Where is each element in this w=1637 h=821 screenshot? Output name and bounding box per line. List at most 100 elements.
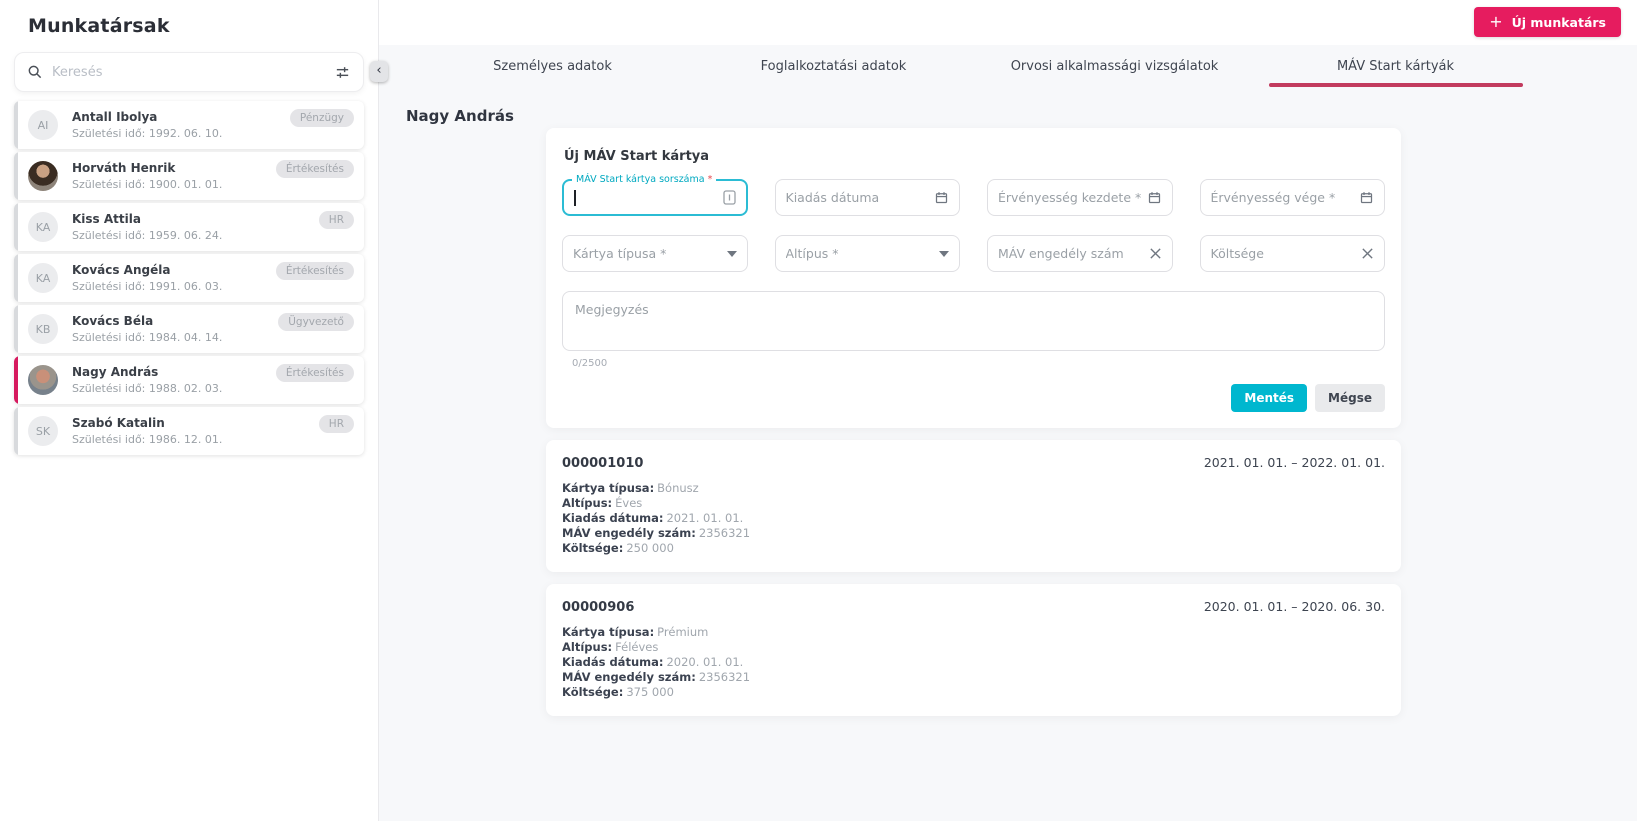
calendar-icon[interactable] [1359, 190, 1374, 205]
employee-name: Kovács Angéla [72, 263, 171, 277]
department-badge: HR [318, 211, 354, 229]
department-badge: Értékesítés [275, 364, 354, 382]
character-counter: 0/2500 [572, 358, 608, 369]
tab-bar: Személyes adatok Foglalkoztatási adatok … [412, 45, 1536, 87]
content-area: Személyes adatok Foglalkoztatási adatok … [379, 45, 1637, 821]
tab[interactable]: Személyes adatok [412, 45, 693, 87]
valid-from-field[interactable]: Érvényesség kezdete * [987, 179, 1173, 216]
employee-birthdate: Születési idő: 1992. 06. 10. [72, 127, 223, 140]
issue-date-field[interactable]: Kiadás dátuma [774, 179, 960, 216]
calendar-icon[interactable] [1147, 190, 1162, 205]
new-card-form: Új MÁV Start kártya MÁV Start kártya sor… [546, 128, 1401, 428]
card-detail-row: Kiadás dátuma: 2021. 01. 01. [562, 511, 744, 525]
employee-name: Szabó Katalin [72, 416, 165, 430]
department-badge: HR [318, 415, 354, 433]
avatar: KA [28, 263, 58, 293]
cancel-button[interactable]: Mégse [1315, 384, 1385, 412]
new-employee-button[interactable]: + Új munkatárs [1474, 7, 1621, 37]
selection-indicator [14, 203, 18, 251]
chevron-down-icon [726, 250, 737, 257]
note-textarea[interactable]: Megjegyzés [562, 291, 1385, 351]
employees-sidebar: Munkatársak Keresés AI Antall Ibolya Szü… [0, 0, 379, 821]
employee-birthdate: Születési idő: 1900. 01. 01. [72, 178, 223, 191]
selection-indicator [14, 152, 18, 200]
employee-name: Nagy András [72, 365, 159, 379]
employee-name: Horváth Henrik [72, 161, 176, 175]
department-badge: Értékesítés [275, 262, 354, 280]
main-area: + Új munkatárs Személyes adatok Foglalko… [379, 0, 1637, 821]
mav-card-list: 000001010 2021. 01. 01. – 2022. 01. 01. … [546, 440, 1401, 716]
tab[interactable]: Orvosi alkalmassági vizsgálatok [974, 45, 1255, 87]
mav-card-record: 000001010 2021. 01. 01. – 2022. 01. 01. … [546, 440, 1401, 572]
serial-number-field[interactable]: MÁV Start kártya sorszáma * [562, 174, 748, 216]
search-icon [27, 64, 43, 80]
selection-indicator [14, 305, 18, 353]
employee-list-item[interactable]: Nagy András Születési idő: 1988. 02. 03.… [14, 356, 364, 404]
employee-list-item[interactable]: SK Szabó Katalin Születési idő: 1986. 12… [14, 407, 364, 455]
collapse-sidebar-button[interactable]: ‹ [370, 61, 388, 82]
search-placeholder: Keresés [52, 64, 103, 80]
card-serial-number: 000001010 [562, 456, 644, 471]
selection-indicator [14, 101, 18, 149]
card-detail-row: Kiadás dátuma: 2020. 01. 01. [562, 655, 744, 669]
tab-label: Foglalkoztatási adatok [760, 58, 907, 74]
avatar [28, 161, 58, 191]
selection-indicator [14, 356, 18, 404]
avatar: SK [28, 416, 58, 446]
employee-list-item[interactable]: AI Antall Ibolya Születési idő: 1992. 06… [14, 101, 364, 149]
mav-cards-panel: Új MÁV Start kártya MÁV Start kártya sor… [546, 128, 1401, 716]
clear-icon[interactable] [1361, 247, 1374, 260]
chevron-left-icon: ‹ [376, 63, 382, 78]
chevron-down-icon [939, 250, 949, 257]
avatar-initials: AI [37, 118, 49, 132]
filter-icon[interactable] [334, 64, 351, 81]
employee-name: Kiss Attila [72, 212, 141, 226]
employee-list-item[interactable]: KA Kovács Angéla Születési idő: 1991. 06… [14, 254, 364, 302]
form-title: Új MÁV Start kártya [564, 149, 710, 164]
valid-to-field[interactable]: Érvényesség vége * [1199, 179, 1385, 216]
employee-birthdate: Születési idő: 1991. 06. 03. [72, 280, 223, 293]
employee-list-item[interactable]: KA Kiss Attila Születési idő: 1959. 06. … [14, 203, 364, 251]
employee-list-item[interactable]: Horváth Henrik Születési idő: 1900. 01. … [14, 152, 364, 200]
card-detail-row: Altípus: Féléves [562, 640, 659, 654]
card-detail-row: Költsége: 250 000 [562, 541, 674, 555]
tab-label: MÁV Start kártyák [1336, 58, 1455, 74]
employee-list-item[interactable]: KB Kovács Béla Születési idő: 1984. 04. … [14, 305, 364, 353]
employee-birthdate: Születési idő: 1988. 02. 03. [72, 382, 223, 395]
employee-birthdate: Születési idő: 1986. 12. 01. [72, 433, 223, 446]
avatar: AI [28, 110, 58, 140]
card-detail-row: Kártya típusa: Bónusz [562, 481, 699, 495]
tab[interactable]: MÁV Start kártyák [1255, 45, 1536, 87]
employee-birthdate: Születési idő: 1984. 04. 14. [72, 331, 223, 344]
mav-permit-field[interactable]: MÁV engedély szám [987, 235, 1173, 272]
department-badge: Értékesítés [275, 160, 354, 178]
serial-number-icon [722, 190, 736, 205]
tab-label: Orvosi alkalmassági vizsgálatok [1010, 58, 1219, 74]
card-serial-number: 00000906 [562, 600, 635, 615]
employee-list: AI Antall Ibolya Születési idő: 1992. 06… [14, 101, 364, 455]
search-input[interactable]: Keresés [14, 52, 364, 92]
card-type-select[interactable]: Kártya típusa * [562, 235, 748, 272]
plus-icon: + [1489, 12, 1503, 31]
avatar: KB [28, 314, 58, 344]
mav-card-record: 00000906 2020. 01. 01. – 2020. 06. 30. K… [546, 584, 1401, 716]
subtype-select[interactable]: Altípus * [774, 235, 960, 272]
card-detail-row: MÁV engedély szám: 2356321 [562, 526, 751, 540]
employee-name: Kovács Béla [72, 314, 154, 328]
selected-employee-heading: Nagy András [406, 107, 514, 125]
cost-field[interactable]: Költsége [1199, 235, 1385, 272]
card-detail-row: Kártya típusa: Prémium [562, 625, 709, 639]
top-bar: + Új munkatárs [379, 0, 1637, 45]
card-detail-row: Altípus: Éves [562, 496, 643, 510]
employee-name: Antall Ibolya [72, 110, 158, 124]
tab[interactable]: Foglalkoztatási adatok [693, 45, 974, 87]
clear-icon[interactable] [1149, 247, 1162, 260]
avatar-initials: KB [35, 322, 51, 336]
department-badge: Ügyvezető [278, 313, 354, 331]
selection-indicator [14, 407, 18, 455]
calendar-icon[interactable] [934, 190, 949, 205]
avatar-initials: KA [35, 220, 51, 234]
card-detail-row: MÁV engedély szám: 2356321 [562, 670, 751, 684]
avatar [28, 365, 58, 395]
save-button[interactable]: Mentés [1231, 384, 1308, 412]
